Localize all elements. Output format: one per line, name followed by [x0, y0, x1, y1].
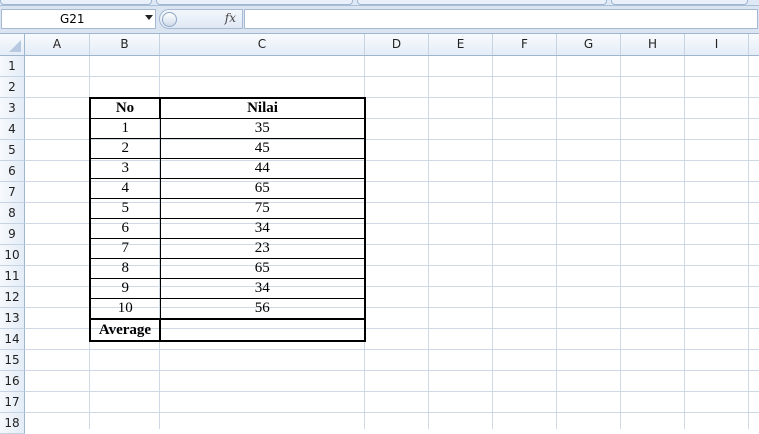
- table-row: 5 75: [89, 198, 366, 219]
- table-row: 10 56: [89, 298, 366, 320]
- no-cell[interactable]: 4: [89, 178, 161, 199]
- resize-knob-icon[interactable]: [162, 12, 177, 27]
- table-row: 3 44: [89, 158, 366, 179]
- no-cell[interactable]: 5: [89, 198, 161, 219]
- table-row: 2 45: [89, 138, 366, 159]
- nilai-cell[interactable]: 35: [159, 118, 366, 139]
- no-cell[interactable]: 3: [89, 158, 161, 179]
- no-cell[interactable]: 1: [89, 118, 161, 139]
- row-header[interactable]: 16: [0, 371, 25, 392]
- column-header-g[interactable]: G: [557, 34, 621, 55]
- formula-button-group: fx: [159, 9, 243, 29]
- no-cell[interactable]: 8: [89, 258, 161, 279]
- column-header-h[interactable]: H: [621, 34, 685, 55]
- column-header-row: A B C D E F G H I: [0, 34, 759, 56]
- header-no-cell[interactable]: No: [89, 97, 161, 119]
- table-row: 8 65: [89, 258, 366, 279]
- column-header-d[interactable]: D: [365, 34, 429, 55]
- table-row: 6 34: [89, 218, 366, 239]
- nilai-cell[interactable]: 65: [159, 178, 366, 199]
- no-cell[interactable]: 6: [89, 218, 161, 239]
- nilai-cell[interactable]: 44: [159, 158, 366, 179]
- no-cell[interactable]: 9: [89, 278, 161, 299]
- row-header[interactable]: 6: [0, 161, 25, 182]
- row-header[interactable]: 2: [0, 77, 25, 98]
- table-row: 9 34: [89, 278, 366, 299]
- nilai-cell[interactable]: 75: [159, 198, 366, 219]
- ribbon-group[interactable]: [611, 0, 748, 5]
- row-header[interactable]: 10: [0, 245, 25, 266]
- header-nilai-cell[interactable]: Nilai: [159, 97, 366, 119]
- row-header[interactable]: 8: [0, 203, 25, 224]
- table-header-row: No Nilai: [89, 97, 366, 119]
- table-row: 7 23: [89, 238, 366, 259]
- nilai-cell[interactable]: 45: [159, 138, 366, 159]
- no-cell[interactable]: 7: [89, 238, 161, 259]
- average-value-cell[interactable]: [159, 318, 366, 342]
- row-header[interactable]: 3: [0, 98, 25, 119]
- ribbon-group[interactable]: [357, 0, 607, 5]
- chevron-down-icon[interactable]: [145, 15, 153, 20]
- nilai-cell[interactable]: 23: [159, 238, 366, 259]
- row-header[interactable]: 1: [0, 56, 25, 77]
- column-header-f[interactable]: F: [493, 34, 557, 55]
- row-header[interactable]: 5: [0, 140, 25, 161]
- row-header[interactable]: 4: [0, 119, 25, 140]
- no-cell[interactable]: 2: [89, 138, 161, 159]
- row-header[interactable]: 7: [0, 182, 25, 203]
- nilai-cell[interactable]: 65: [159, 258, 366, 279]
- row-header[interactable]: 11: [0, 266, 25, 287]
- row-header[interactable]: 18: [0, 413, 25, 434]
- row-header[interactable]: 14: [0, 329, 25, 350]
- row-header[interactable]: 13: [0, 308, 25, 329]
- column-header-c[interactable]: C: [160, 34, 365, 55]
- column-header-i[interactable]: I: [685, 34, 749, 55]
- nilai-cell[interactable]: 34: [159, 218, 366, 239]
- column-header-b[interactable]: B: [90, 34, 160, 55]
- name-box-value: G21: [60, 12, 85, 26]
- formula-bar: G21 fx: [0, 6, 759, 34]
- select-all-icon: [9, 40, 21, 52]
- insert-function-icon[interactable]: fx: [225, 11, 236, 25]
- formula-input[interactable]: [244, 9, 758, 29]
- data-table: No Nilai 1 35 2 45 3 44 4 65 5 75 6 34 7…: [89, 97, 366, 342]
- select-all-button[interactable]: [0, 34, 25, 55]
- column-header-e[interactable]: E: [429, 34, 493, 55]
- nilai-cell[interactable]: 56: [159, 298, 366, 320]
- table-row: 1 35: [89, 118, 366, 139]
- row-header[interactable]: 17: [0, 392, 25, 413]
- table-row: 4 65: [89, 178, 366, 199]
- ribbon-group[interactable]: [156, 0, 353, 5]
- no-cell[interactable]: 10: [89, 298, 161, 320]
- nilai-cell[interactable]: 34: [159, 278, 366, 299]
- row-header[interactable]: 15: [0, 350, 25, 371]
- average-label-cell[interactable]: Average: [89, 318, 161, 342]
- name-box[interactable]: G21: [1, 9, 156, 29]
- ribbon-group[interactable]: [0, 0, 152, 5]
- column-header-a[interactable]: A: [25, 34, 90, 55]
- row-header[interactable]: 12: [0, 287, 25, 308]
- row-header[interactable]: 9: [0, 224, 25, 245]
- average-row: Average: [89, 318, 366, 342]
